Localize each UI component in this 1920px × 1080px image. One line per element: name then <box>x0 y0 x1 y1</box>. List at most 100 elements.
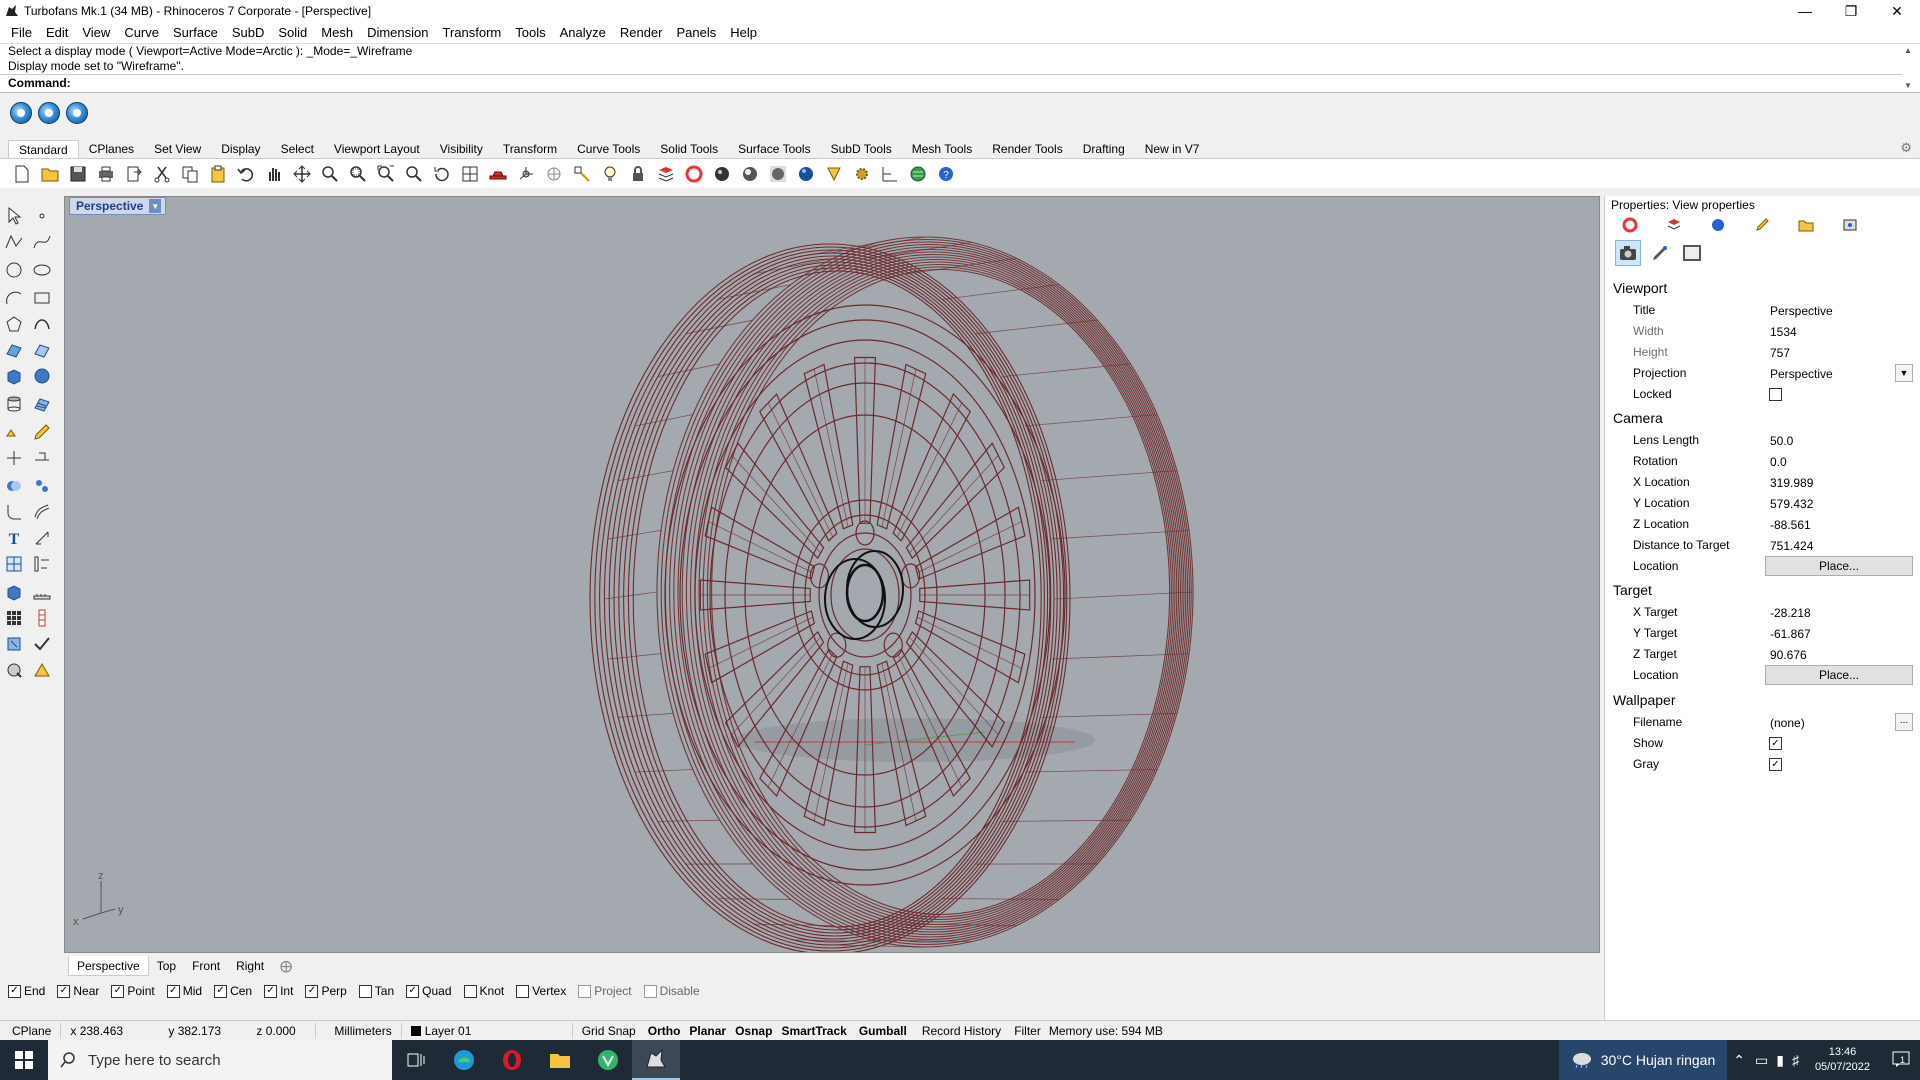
record-history-toggle[interactable]: Record History <box>913 1024 1010 1038</box>
osnap-near[interactable]: ✓ Near <box>57 984 99 998</box>
color-wheel-icon[interactable] <box>682 162 706 186</box>
mesh-icon[interactable] <box>30 392 54 416</box>
ortho-toggle[interactable]: Ortho <box>645 1024 684 1038</box>
status-layer[interactable]: Layer 01 <box>402 1024 572 1038</box>
viewport-tab-top[interactable]: Top <box>149 959 184 973</box>
osnap-checkbox[interactable] <box>578 984 592 998</box>
tab-standard[interactable]: Standard <box>8 140 79 158</box>
projection-select[interactable]: Perspective <box>1765 363 1915 383</box>
weather-widget[interactable]: 30°C Hujan ringan <box>1558 1040 1728 1080</box>
osnap-vertex[interactable]: Vertex <box>516 984 566 998</box>
tray-chevron-up-icon[interactable]: ⌃ <box>1727 1052 1751 1069</box>
status-cplane[interactable]: CPlane <box>0 1024 60 1038</box>
menu-subd[interactable]: SubD <box>225 25 272 40</box>
dimension-tool-icon[interactable] <box>30 526 54 550</box>
z-location-field[interactable]: -88.561 <box>1765 514 1915 534</box>
surface-icon[interactable] <box>2 338 26 362</box>
render-tool-icon[interactable] <box>2 658 26 682</box>
paste-icon[interactable] <box>206 162 230 186</box>
tab-curve-tools[interactable]: Curve Tools <box>567 140 650 158</box>
task-view-icon[interactable] <box>392 1040 440 1080</box>
osnap-mid[interactable]: ✓ Mid <box>166 984 202 998</box>
display-tab-icon[interactable] <box>1751 216 1773 234</box>
select-arrow-icon[interactable] <box>2 204 26 228</box>
rendered-sphere-icon[interactable] <box>738 162 762 186</box>
tab-transform[interactable]: Transform <box>493 140 567 158</box>
viewport-tab-right[interactable]: Right <box>228 959 272 973</box>
z-target-field[interactable]: 90.676 <box>1765 644 1915 664</box>
properties-tab-icon[interactable] <box>1619 216 1641 234</box>
curve-icon[interactable] <box>30 230 54 254</box>
freeform-icon[interactable] <box>30 312 54 336</box>
arc-icon[interactable] <box>2 286 26 310</box>
command-scrollbar[interactable]: ▲ ▼ <box>1904 46 1916 90</box>
osnap-checkbox[interactable]: ✓ <box>166 984 180 998</box>
open-folder-icon[interactable] <box>38 162 62 186</box>
cylinder-icon[interactable] <box>2 392 26 416</box>
osnap-checkbox[interactable]: ✓ <box>406 984 420 998</box>
browse-button[interactable]: ... <box>1895 713 1913 731</box>
minimize-button[interactable]: — <box>1782 0 1828 22</box>
fillet-icon[interactable] <box>2 500 26 524</box>
print-icon[interactable] <box>94 162 118 186</box>
osnap-point[interactable]: ✓ Point <box>111 984 155 998</box>
help-icon[interactable]: ? <box>934 162 958 186</box>
battery-icon[interactable]: ▮ <box>1772 1052 1788 1069</box>
transform-icon[interactable] <box>2 420 26 444</box>
spotlight-icon[interactable] <box>822 162 846 186</box>
vpn-app-icon[interactable] <box>584 1040 632 1080</box>
osnap-icon[interactable] <box>570 162 594 186</box>
material-sphere-icon[interactable] <box>766 162 790 186</box>
osnap-checkbox[interactable] <box>643 984 657 998</box>
shaded-sphere-icon[interactable] <box>710 162 734 186</box>
tab-solid-tools[interactable]: Solid Tools <box>650 140 728 158</box>
viewport-title-tab[interactable]: Perspective ▼ <box>69 197 167 215</box>
offset-icon[interactable] <box>30 500 54 524</box>
analyze-icon[interactable] <box>2 632 26 656</box>
edit-icon[interactable] <box>30 420 54 444</box>
undo-icon[interactable] <box>234 162 258 186</box>
four-view-icon[interactable] <box>458 162 482 186</box>
perspective-viewport[interactable]: Perspective ▼ z x y <box>64 196 1600 953</box>
zoom-window-icon[interactable] <box>346 162 370 186</box>
osnap-tan[interactable]: Tan <box>358 984 394 998</box>
align-icon[interactable] <box>30 552 54 576</box>
tab-cplanes[interactable]: CPlanes <box>79 140 144 158</box>
menu-view[interactable]: View <box>75 25 117 40</box>
distance-field[interactable]: 751.424 <box>1765 535 1915 555</box>
menu-surface[interactable]: Surface <box>166 25 225 40</box>
osnap-checkbox[interactable]: ✓ <box>264 984 278 998</box>
cut-icon[interactable] <box>150 162 174 186</box>
rhino-command-icon[interactable] <box>66 102 88 124</box>
tab-mesh-tools[interactable]: Mesh Tools <box>902 140 982 158</box>
osnap-checkbox[interactable]: ✓ <box>305 984 319 998</box>
menu-mesh[interactable]: Mesh <box>314 25 360 40</box>
lock-icon[interactable] <box>626 162 650 186</box>
gear-icon[interactable]: ⚙ <box>1900 140 1912 156</box>
tab-drafting[interactable]: Drafting <box>1073 140 1135 158</box>
close-button[interactable]: ✕ <box>1874 0 1920 22</box>
rhino-command-icon[interactable] <box>10 102 32 124</box>
copy-icon[interactable] <box>178 162 202 186</box>
menu-edit[interactable]: Edit <box>39 25 75 40</box>
menu-analyze[interactable]: Analyze <box>553 25 613 40</box>
pan-arrows-icon[interactable] <box>290 162 314 186</box>
explode-icon[interactable] <box>30 474 54 498</box>
file-explorer-icon[interactable] <box>536 1040 584 1080</box>
notifications-icon[interactable]: 1 <box>1882 1051 1920 1070</box>
tab-visibility[interactable]: Visibility <box>430 140 493 158</box>
check-icon[interactable] <box>30 632 54 656</box>
tab-set-view[interactable]: Set View <box>144 140 211 158</box>
y-target-field[interactable]: -61.867 <box>1765 623 1915 643</box>
gumball-icon[interactable] <box>514 162 538 186</box>
opera-browser-icon[interactable] <box>488 1040 536 1080</box>
array-icon[interactable] <box>2 606 26 630</box>
rhino-command-icon[interactable] <box>38 102 60 124</box>
dimension-icon[interactable] <box>878 162 902 186</box>
named-views-tab-icon[interactable] <box>1839 216 1861 234</box>
layers-tab-icon[interactable] <box>1663 216 1685 234</box>
rotation-field[interactable]: 0.0 <box>1765 451 1915 471</box>
rotate-view-icon[interactable] <box>430 162 454 186</box>
split-icon[interactable] <box>30 446 54 470</box>
locked-checkbox[interactable] <box>1769 388 1782 401</box>
